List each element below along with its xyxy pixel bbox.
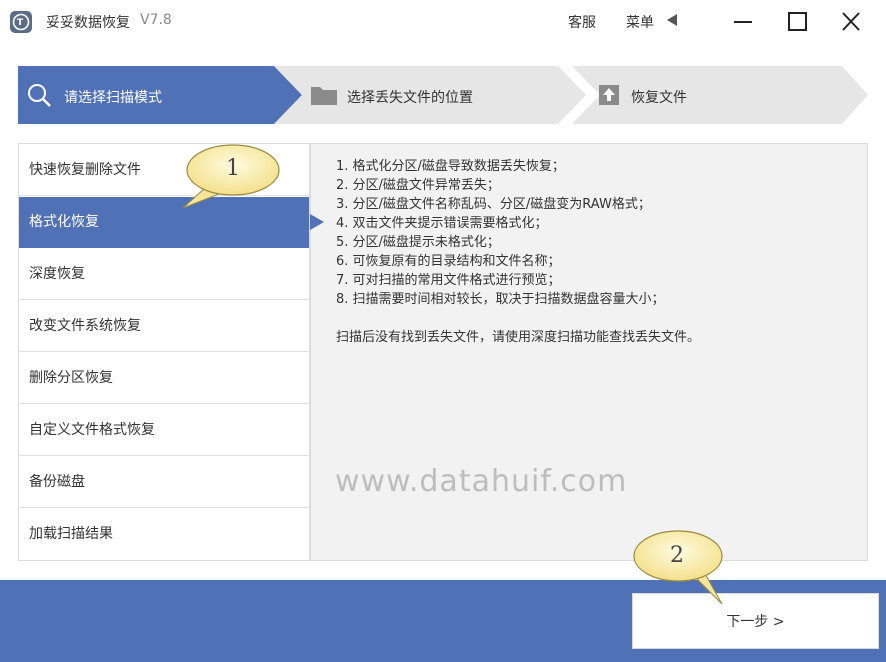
callout-bubble-2	[633, 530, 723, 605]
step-3-label: 恢复文件	[631, 90, 687, 106]
description-line: 7. 可对扫描的常用文件格式进行预览；	[336, 273, 561, 288]
description-line: 5. 分区/磁盘提示未格式化；	[336, 235, 500, 250]
close-button[interactable]	[835, 8, 867, 36]
menu-arrow-icon[interactable]	[665, 12, 679, 26]
customer-service-link[interactable]: 客服	[568, 12, 596, 32]
selection-pointer-icon	[310, 214, 324, 230]
description-line: 6. 可恢复原有的目录结构和文件名称；	[336, 254, 561, 269]
mode-deleted-partition-recovery[interactable]: 删除分区恢复	[19, 353, 309, 404]
app-logo-icon: T	[9, 10, 33, 34]
app-title: 妥妥数据恢复	[46, 15, 130, 31]
description-line: 4. 双击文件夹提示错误需要格式化；	[336, 216, 548, 231]
step-2-label: 选择丢失文件的位置	[347, 90, 473, 106]
search-icon	[27, 83, 51, 107]
mode-backup-disk[interactable]: 备份磁盘	[19, 457, 309, 508]
menu-button[interactable]: 菜单	[626, 12, 654, 32]
step-1-label: 请选择扫描模式	[64, 90, 162, 106]
upload-icon	[596, 82, 622, 108]
watermark-text: www.datahuif.com	[335, 464, 628, 499]
mode-deep-recovery[interactable]: 深度恢复	[19, 249, 309, 300]
mode-filesystem-change-recovery[interactable]: 改变文件系统恢复	[19, 301, 309, 352]
minimize-button[interactable]	[727, 8, 759, 36]
svg-text:T: T	[17, 18, 24, 28]
mode-load-scan-results[interactable]: 加载扫描结果	[19, 509, 309, 560]
callout-1-number: 1	[226, 156, 240, 181]
mode-custom-format-recovery[interactable]: 自定义文件格式恢复	[19, 405, 309, 456]
description-line: 3. 分区/磁盘文件名称乱码、分区/磁盘变为RAW格式；	[336, 197, 651, 212]
callout-2-number: 2	[670, 543, 684, 568]
description-line: 2. 分区/磁盘文件异常丢失；	[336, 178, 500, 193]
app-version: V7.8	[140, 12, 172, 28]
maximize-button[interactable]	[781, 8, 813, 36]
description-line: 1. 格式化分区/磁盘导致数据丢失恢复；	[336, 159, 565, 174]
folder-icon	[310, 84, 338, 106]
description-note: 扫描后没有找到丢失文件，请使用深度扫描功能查找丢失文件。	[336, 330, 701, 345]
description-line: 8. 扫描需要时间相对较长，取决于扫描数据盘容量大小；	[336, 292, 665, 307]
